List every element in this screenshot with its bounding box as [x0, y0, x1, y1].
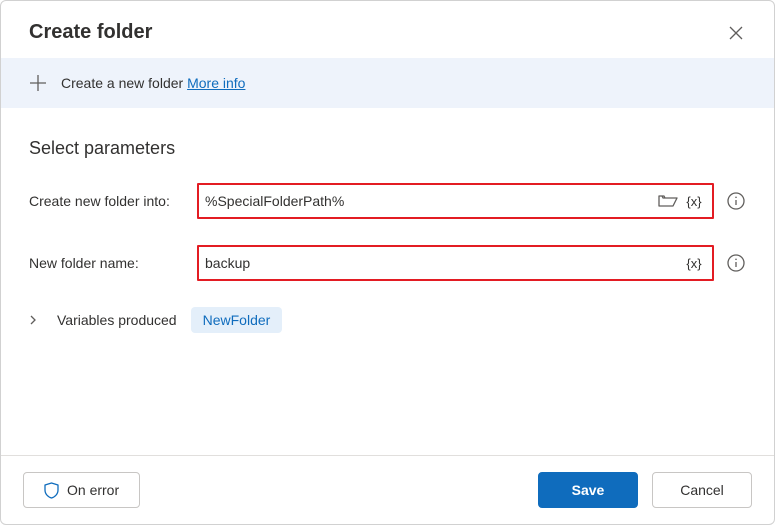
browse-folder-button[interactable]	[658, 191, 678, 211]
path-input[interactable]	[205, 193, 652, 209]
create-folder-dialog: Create folder Create a new folder More i…	[0, 0, 775, 525]
info-icon	[727, 254, 745, 272]
param-label-name: New folder name:	[29, 255, 197, 271]
param-label-path: Create new folder into:	[29, 193, 197, 209]
shield-icon	[44, 482, 59, 499]
help-button-path[interactable]	[726, 191, 746, 211]
dialog-header: Create folder	[1, 1, 774, 58]
cancel-button[interactable]: Cancel	[652, 472, 752, 508]
variable-picker-button-name[interactable]: {x}	[684, 253, 704, 273]
variables-produced-row: Variables produced NewFolder	[29, 307, 746, 333]
folder-open-icon	[658, 193, 678, 209]
close-button[interactable]	[726, 23, 746, 43]
help-button-name[interactable]	[726, 253, 746, 273]
info-strip-text: Create a new folder More info	[61, 75, 245, 91]
chevron-right-icon	[29, 314, 37, 326]
info-icon	[727, 192, 745, 210]
variable-expression-icon: {x}	[686, 256, 701, 271]
dialog-footer: On error Save Cancel	[1, 455, 774, 524]
variable-chip-newfolder[interactable]: NewFolder	[191, 307, 283, 333]
info-strip: Create a new folder More info	[1, 58, 774, 108]
input-wrap-name: {x}	[197, 245, 714, 281]
section-title: Select parameters	[29, 138, 746, 159]
variable-picker-button-path[interactable]: {x}	[684, 191, 704, 211]
plus-icon	[29, 74, 47, 92]
on-error-button[interactable]: On error	[23, 472, 140, 508]
variable-expression-icon: {x}	[686, 194, 701, 209]
more-info-link[interactable]: More info	[187, 75, 245, 91]
dialog-title: Create folder	[29, 21, 152, 44]
footer-right: Save Cancel	[538, 472, 752, 508]
close-icon	[729, 26, 743, 40]
name-input[interactable]	[205, 255, 678, 271]
param-row-name: New folder name: {x}	[29, 245, 746, 281]
info-text-static: Create a new folder	[61, 75, 183, 91]
param-row-path: Create new folder into: {x}	[29, 183, 746, 219]
variables-produced-label: Variables produced	[57, 312, 177, 328]
content-area: Select parameters Create new folder into…	[1, 108, 774, 455]
on-error-label: On error	[67, 482, 119, 498]
variables-toggle[interactable]	[29, 314, 43, 326]
input-wrap-path: {x}	[197, 183, 714, 219]
save-button[interactable]: Save	[538, 472, 638, 508]
